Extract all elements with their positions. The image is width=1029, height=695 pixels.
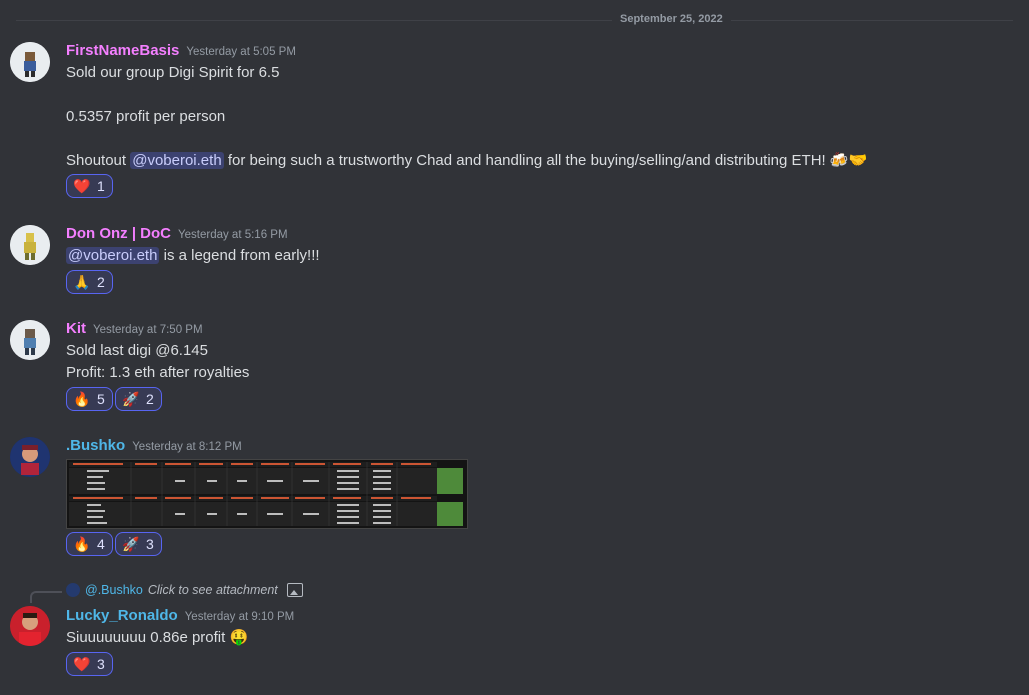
rocket-icon: 🚀 (122, 535, 140, 552)
message-text: 0.5357 profit per person (66, 108, 226, 125)
reaction-count: 2 (146, 391, 154, 407)
reaction-button[interactable]: 🔥 4 (66, 532, 113, 556)
user-mention[interactable]: @voberoi.eth (66, 247, 160, 264)
timestamp: Yesterday at 5:16 PM (178, 229, 288, 241)
reaction-button[interactable]: ❤️ 1 (66, 174, 113, 198)
timestamp: Yesterday at 9:10 PM (184, 611, 295, 623)
reply-connector (30, 591, 62, 603)
username[interactable]: Lucky_Ronaldo (66, 607, 178, 624)
message-text: @voberoi.eth is a legend from early!!! (66, 247, 320, 264)
message-text: Shoutout @voberoi.eth for being such a t… (66, 151, 867, 169)
reaction-button[interactable]: 🚀 2 (115, 387, 162, 411)
reaction-count: 2 (97, 274, 105, 290)
timestamp: Yesterday at 5:05 PM (186, 46, 296, 58)
date-divider-label: September 25, 2022 (612, 13, 731, 25)
reaction-count: 1 (97, 178, 105, 194)
reply-avatar (66, 583, 80, 597)
spreadsheet-attachment-image[interactable] (66, 459, 468, 529)
username[interactable]: Kit (66, 320, 86, 337)
avatar[interactable] (10, 437, 50, 477)
fire-icon: 🔥 (73, 535, 91, 552)
timestamp: Yesterday at 7:50 PM (93, 324, 203, 336)
reaction-button[interactable]: 🙏 2 (66, 270, 113, 294)
date-divider-line (16, 20, 1013, 21)
handshake-emoji-icon: 🤝 (848, 152, 868, 169)
reaction-button[interactable]: 🔥 5 (66, 387, 113, 411)
username[interactable]: FirstNameBasis (66, 42, 179, 59)
message-text-body: Siuuuuuuuu 0.86e profit (66, 629, 226, 646)
money-face-emoji-icon: 🤑 (229, 629, 249, 646)
reaction-count: 3 (146, 536, 154, 552)
heart-icon: ❤️ (73, 177, 91, 194)
reply-preview[interactable]: @.Bushko Click to see attachment (66, 583, 303, 597)
avatar[interactable] (10, 42, 50, 82)
beers-emoji-icon: 🍻 (829, 152, 849, 169)
pray-icon: 🙏 (73, 273, 91, 290)
message-text: Sold our group Digi Spirit for 6.5 (66, 64, 280, 81)
reaction-count: 3 (97, 656, 105, 672)
heart-icon: ❤️ (73, 655, 91, 672)
reaction-count: 5 (97, 391, 105, 407)
avatar[interactable] (10, 320, 50, 360)
rocket-icon: 🚀 (122, 390, 140, 407)
message-text: Siuuuuuuuu 0.86e profit 🤑 (66, 628, 248, 646)
avatar[interactable] (10, 225, 50, 265)
message-text-suffix: for being such a trustworthy Chad and ha… (223, 152, 826, 169)
message-text: Profit: 1.3 eth after royalties (66, 364, 250, 381)
avatar[interactable] (10, 606, 50, 646)
user-mention[interactable]: @voberoi.eth (130, 152, 224, 169)
reaction-button[interactable]: 🚀 3 (115, 532, 162, 556)
timestamp: Yesterday at 8:12 PM (132, 441, 242, 453)
reply-text[interactable]: Click to see attachment (148, 583, 278, 597)
reaction-button[interactable]: ❤️ 3 (66, 652, 113, 676)
message-text-body: is a legend from early!!! (159, 247, 320, 264)
message-text: Sold last digi @6.145 (66, 342, 208, 359)
reply-username[interactable]: @.Bushko (85, 583, 143, 597)
message-text-prefix: Shoutout (66, 152, 131, 169)
reaction-count: 4 (97, 536, 105, 552)
username[interactable]: Don Onz | DoC (66, 225, 171, 242)
username[interactable]: .Bushko (66, 437, 125, 454)
image-icon (286, 583, 303, 597)
fire-icon: 🔥 (73, 390, 91, 407)
